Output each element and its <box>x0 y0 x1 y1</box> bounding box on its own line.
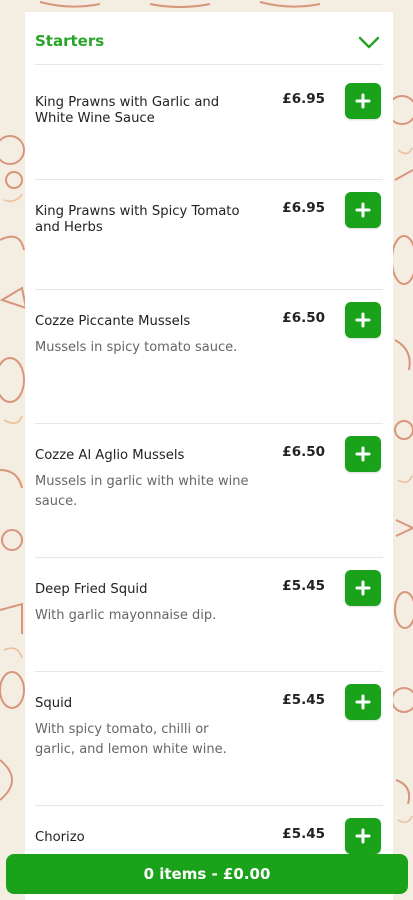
item-name: Cozze Piccante Mussels <box>35 314 191 329</box>
view-basket-button[interactable]: 0 items - £0.00 <box>6 854 408 894</box>
item-description: Mussels in spicy tomato sauce. <box>35 340 238 355</box>
plus-icon <box>355 694 371 710</box>
menu-panel: Starters King Prawns with Garlic and Whi… <box>25 12 393 900</box>
item-name: Squid <box>35 696 73 711</box>
item-name: Cozze Al Aglio Mussels <box>35 448 185 463</box>
add-item-button[interactable] <box>345 436 381 472</box>
item-price: £6.50 <box>282 310 325 326</box>
item-name: King Prawns with Garlic and White Wine S… <box>35 95 220 126</box>
item-price: £5.45 <box>282 826 325 842</box>
plus-icon <box>355 828 371 844</box>
add-item-button[interactable] <box>345 302 381 338</box>
basket-summary: 0 items - £0.00 <box>143 865 271 883</box>
plus-icon <box>355 312 371 328</box>
add-item-button[interactable] <box>345 83 381 119</box>
menu-item: King Prawns with Garlic and White Wine S… <box>35 65 383 180</box>
add-item-button[interactable] <box>345 192 381 228</box>
add-item-button[interactable] <box>345 684 381 720</box>
item-price: £6.95 <box>282 200 325 216</box>
item-name: King Prawns with Spicy Tomato and Herbs <box>35 204 240 235</box>
menu-item: Squid With spicy tomato, chilli or garli… <box>35 672 383 806</box>
item-description: Mussels in garlic with white wine sauce. <box>35 474 249 509</box>
menu-item: King Prawns with Spicy Tomato and Herbs … <box>35 180 383 290</box>
chevron-down-icon[interactable] <box>357 30 381 54</box>
menu-item: Cozze Piccante Mussels Mussels in spicy … <box>35 290 383 424</box>
item-price: £5.45 <box>282 578 325 594</box>
plus-icon <box>355 446 371 462</box>
item-name: Chorizo <box>35 830 85 845</box>
section-title: Starters <box>35 32 105 50</box>
add-item-button[interactable] <box>345 570 381 606</box>
section-header-starters[interactable]: Starters <box>35 12 383 65</box>
menu-item: Deep Fried Squid With garlic mayonnaise … <box>35 558 383 672</box>
item-description: With spicy tomato, chilli or garlic, and… <box>35 722 227 757</box>
item-price: £6.50 <box>282 444 325 460</box>
plus-icon <box>355 202 371 218</box>
add-item-button[interactable] <box>345 818 381 854</box>
menu-item: Cozze Al Aglio Mussels Mussels in garlic… <box>35 424 383 558</box>
item-price: £6.95 <box>282 91 325 107</box>
item-price: £5.45 <box>282 692 325 708</box>
plus-icon <box>355 93 371 109</box>
item-description: With garlic mayonnaise dip. <box>35 608 217 623</box>
item-name: Deep Fried Squid <box>35 582 148 597</box>
plus-icon <box>355 580 371 596</box>
